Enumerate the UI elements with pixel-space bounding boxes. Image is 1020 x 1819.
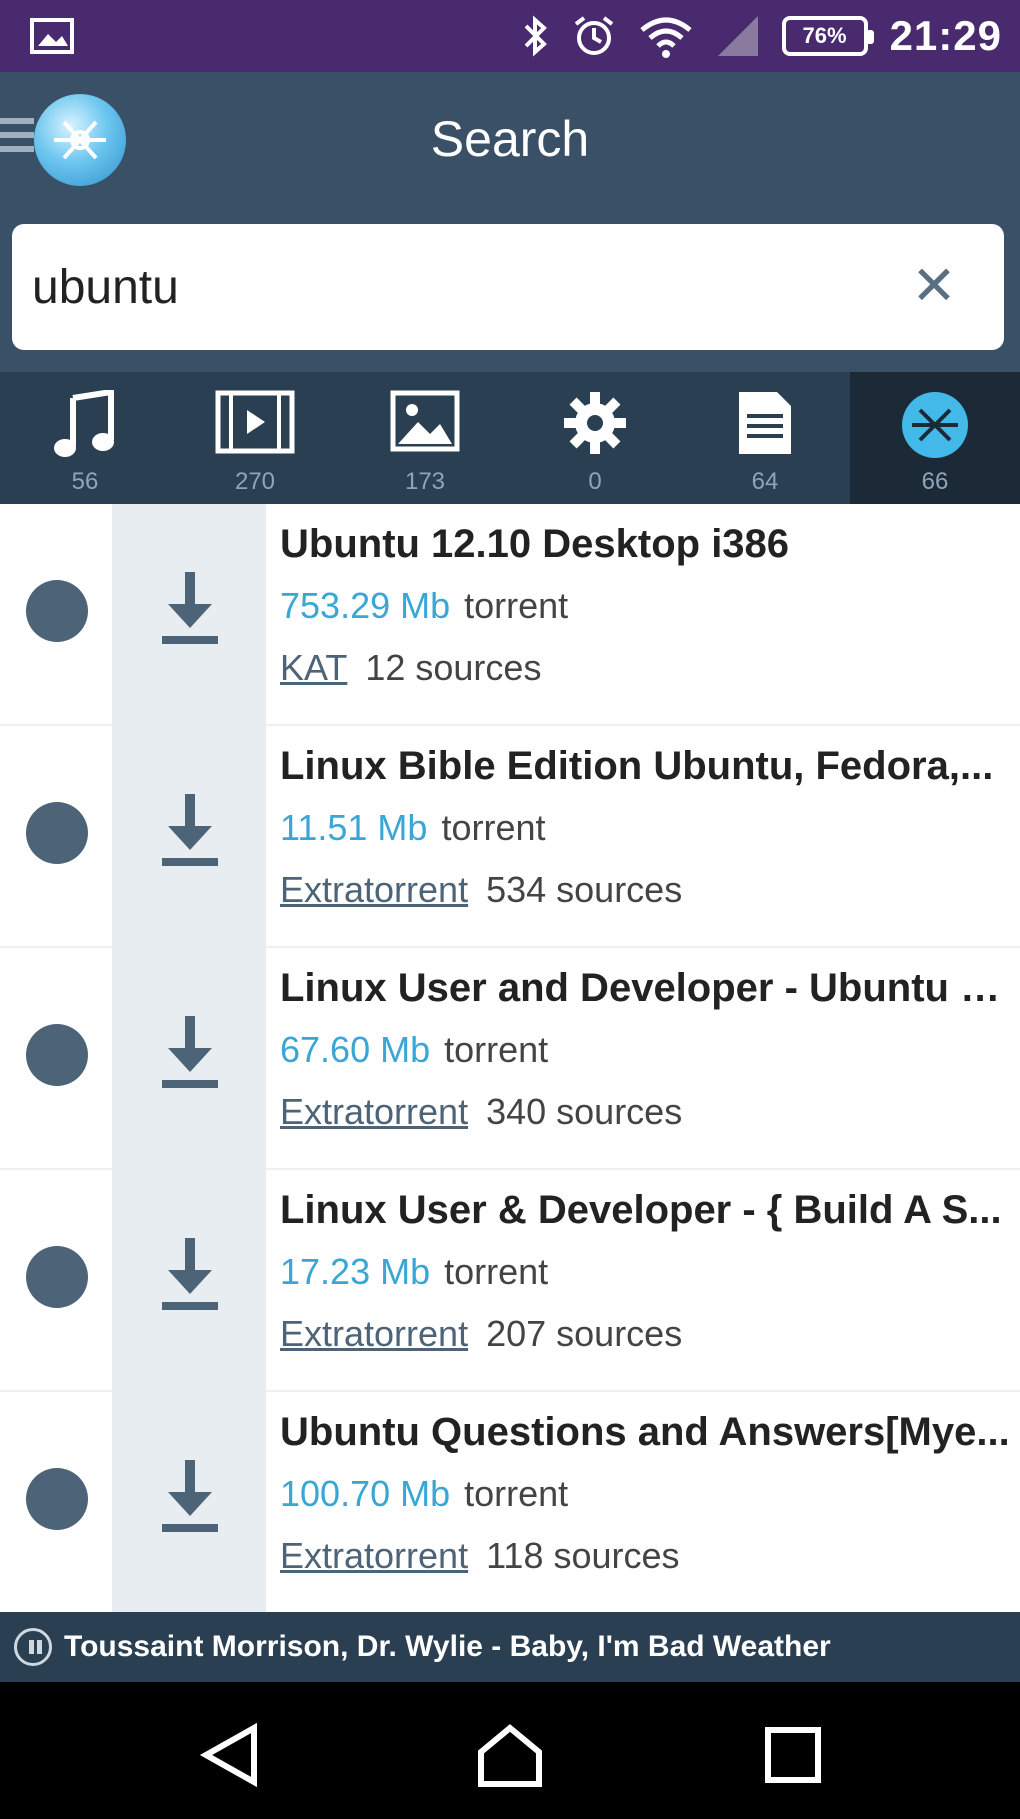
source-site-link[interactable]: Extratorrent	[280, 869, 468, 910]
results-list: Ubuntu 12.10 Desktop i386 753.29 Mb torre…	[0, 504, 1020, 1614]
list-item[interactable]: Linux User and Developer - Ubuntu 1... 6…	[0, 948, 1020, 1170]
file-type: torrent	[441, 807, 546, 848]
download-button[interactable]	[112, 504, 266, 726]
source-count: 340 sources	[486, 1091, 683, 1132]
video-icon	[215, 390, 295, 454]
result-title: Linux User & Developer - { Build A S...	[280, 1188, 1002, 1232]
pause-icon[interactable]	[14, 1628, 52, 1666]
source-site-link[interactable]: KAT	[280, 647, 347, 688]
download-button[interactable]	[112, 726, 266, 948]
system-nav-bar	[0, 1682, 1020, 1819]
alarm-icon	[574, 16, 613, 55]
search-bar: ✕	[0, 208, 1020, 372]
file-type: torrent	[464, 1473, 569, 1514]
download-icon	[162, 1460, 218, 1532]
result-title: Ubuntu 12.10 Desktop i386	[280, 522, 790, 566]
gear-icon	[564, 392, 626, 454]
torrent-source-icon	[26, 1246, 88, 1308]
tab-apps[interactable]: 0	[510, 372, 680, 504]
search-input[interactable]	[32, 250, 892, 324]
recents-icon[interactable]	[758, 1720, 828, 1790]
wifi-icon	[639, 17, 692, 58]
download-icon	[162, 794, 218, 866]
list-item[interactable]: Ubuntu 12.10 Desktop i386 753.29 Mb torre…	[0, 504, 1020, 726]
app-bar: Search	[0, 72, 1020, 208]
tab-count: 0	[588, 468, 602, 495]
image-icon	[390, 390, 460, 452]
torrent-source-icon	[26, 580, 88, 642]
tab-torrents[interactable]: 66	[850, 372, 1020, 504]
clear-search-button[interactable]: ✕	[904, 256, 964, 316]
torrent-icon	[902, 392, 968, 458]
result-title: Linux User and Developer - Ubuntu 1...	[280, 966, 1010, 1010]
search-box: ✕	[12, 224, 1004, 350]
download-icon	[162, 1238, 218, 1310]
download-icon	[162, 572, 218, 644]
source-count: 207 sources	[486, 1313, 683, 1354]
file-size: 11.51 Mb	[280, 807, 428, 848]
signal-icon	[717, 16, 758, 56]
bluetooth-icon	[524, 15, 547, 57]
tab-count: 56	[71, 468, 99, 495]
source-count: 534 sources	[486, 869, 683, 910]
image-icon	[30, 18, 74, 54]
file-size: 17.23 Mb	[280, 1251, 431, 1292]
music-icon	[54, 390, 114, 457]
back-icon[interactable]	[196, 1720, 266, 1790]
source-site-link[interactable]: Extratorrent	[280, 1535, 468, 1576]
battery-icon: 76%	[781, 16, 874, 56]
file-size: 753.29 Mb	[280, 585, 451, 626]
tab-count: 64	[751, 468, 779, 495]
torrent-source-icon	[26, 1024, 88, 1086]
tab-documents[interactable]: 64	[680, 372, 850, 504]
now-playing-bar[interactable]: Toussaint Morrison, Dr. Wylie - Baby, I'…	[0, 1612, 1020, 1682]
source-site-link[interactable]: Extratorrent	[280, 1091, 468, 1132]
file-size: 100.70 Mb	[280, 1473, 451, 1514]
battery-level: 76%	[802, 23, 847, 48]
download-button[interactable]	[112, 1170, 266, 1392]
clock: 21:29	[889, 12, 1002, 59]
file-type: torrent	[444, 1251, 549, 1292]
now-playing-track: Toussaint Morrison, Dr. Wylie - Baby, I'…	[64, 1630, 831, 1663]
close-icon: ✕	[911, 256, 957, 316]
file-size: 67.60 Mb	[280, 1029, 431, 1070]
status-bar: 76% 21:29	[0, 0, 1020, 72]
torrent-source-icon	[26, 802, 88, 864]
file-type: torrent	[464, 585, 569, 626]
result-title: Ubuntu Questions and Answers[Mye...	[280, 1410, 1010, 1454]
tab-count: 173	[404, 468, 446, 495]
tab-images[interactable]: 173	[340, 372, 510, 504]
page-title: Search	[430, 111, 590, 167]
tab-video[interactable]: 270	[170, 372, 340, 504]
download-button[interactable]	[112, 948, 266, 1170]
list-item[interactable]: Linux Bible Edition Ubuntu, Fedora,... 1…	[0, 726, 1020, 948]
list-item[interactable]: Ubuntu Questions and Answers[Mye... 100.…	[0, 1392, 1020, 1614]
result-title: Linux Bible Edition Ubuntu, Fedora,...	[280, 744, 994, 788]
source-site-link[interactable]: Extratorrent	[280, 1313, 468, 1354]
list-item[interactable]: Linux User & Developer - { Build A S... …	[0, 1170, 1020, 1392]
file-type: torrent	[444, 1029, 549, 1070]
source-count: 118 sources	[486, 1535, 680, 1576]
document-icon	[739, 392, 791, 454]
tab-count: 270	[234, 468, 276, 495]
torrent-source-icon	[26, 1468, 88, 1530]
file-type-tabs: 56 270 173 0 64 66	[0, 372, 1020, 504]
tab-audio[interactable]: 56	[0, 372, 170, 504]
download-icon	[162, 1016, 218, 1088]
tab-count: 66	[921, 468, 949, 495]
home-icon[interactable]	[475, 1720, 545, 1790]
download-button[interactable]	[112, 1392, 266, 1614]
source-count: 12 sources	[365, 647, 542, 688]
